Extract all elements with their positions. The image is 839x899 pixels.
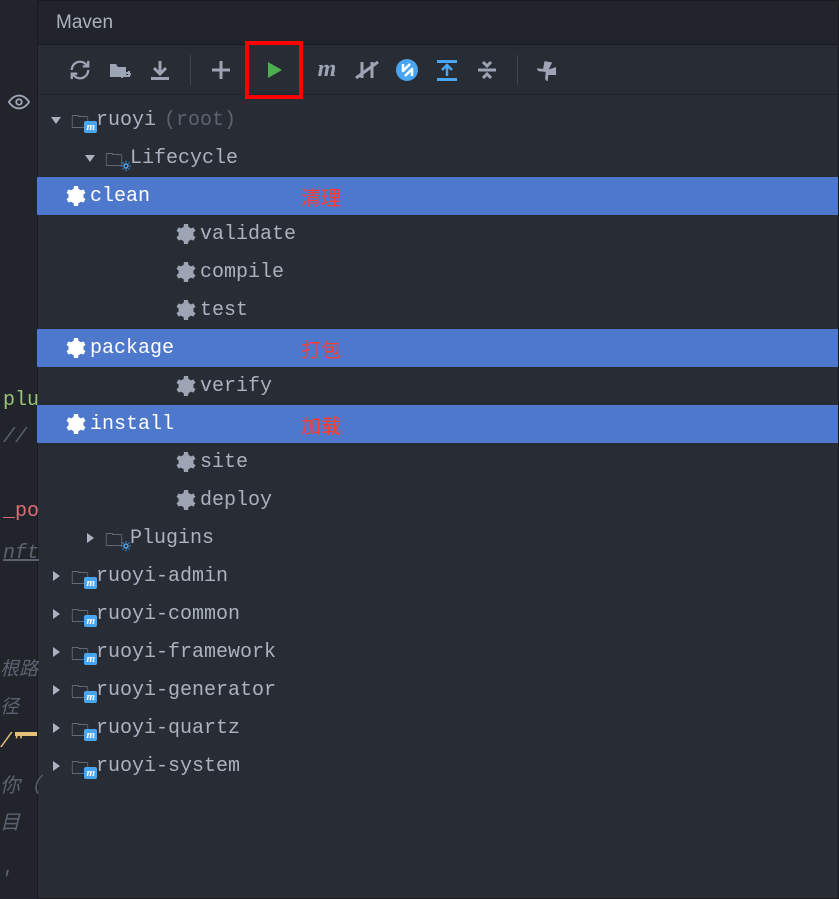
lifecycle-goal-compile[interactable]: compile [38,253,838,291]
folder-config-icon: 🗀 [102,528,130,548]
add-button[interactable] [201,50,241,90]
tree-node-module[interactable]: 🗀m ruoyi-quartz [38,709,838,747]
tree-node-label: install [90,413,174,436]
settings-button[interactable] [528,50,568,90]
tree-node-label: Plugins [130,527,214,550]
lifecycle-goal-clean[interactable]: clean 清理 [1,177,838,215]
code-text: nft [3,542,39,565]
gear-icon [172,262,200,282]
folder-config-icon: 🗀 [102,148,130,168]
tree-node-label: Lifecycle [130,147,238,170]
code-text: 根路 [0,654,38,681]
lifecycle-goal-test[interactable]: test [38,291,838,329]
maven-module-icon: 🗀m [68,566,96,586]
maven-tool-window: Maven [37,0,839,899]
tree-node-module[interactable]: 🗀m ruoyi-system [38,747,838,785]
toolbar-separator [517,55,518,85]
toggle-offline-button[interactable] [347,50,387,90]
tree-node-lifecycle[interactable]: 🗀 Lifecycle [38,139,838,177]
maven-project-tree[interactable]: 🗀m ruoyi (root) 🗀 Lifecycle clean 清理 [38,95,838,898]
gear-icon [172,376,200,396]
lifecycle-goal-site[interactable]: site [38,443,838,481]
lifecycle-goal-deploy[interactable]: deploy [38,481,838,519]
tree-node-label: ruoyi-framework [96,641,276,664]
maven-module-icon: 🗀m [68,756,96,776]
tree-node-module[interactable]: 🗀m ruoyi-framework [38,633,838,671]
annotation-text: 清理 [301,182,341,211]
tree-node-plugins[interactable]: 🗀 Plugins [38,519,838,557]
generate-sources-button[interactable] [100,50,140,90]
tree-node-label: ruoyi-generator [96,679,276,702]
gear-icon [62,414,90,434]
tree-node-module[interactable]: 🗀m ruoyi-generator [38,671,838,709]
chevron-down-icon[interactable] [44,113,68,127]
tree-node-label: clean [90,185,150,208]
panel-title-bar: Maven [38,1,838,45]
toolbar-separator [190,55,191,85]
tree-node-suffix: (root) [164,109,236,132]
tree-node-root[interactable]: 🗀m ruoyi (root) [38,101,838,139]
tree-node-label: ruoyi-system [96,755,240,778]
chevron-down-icon[interactable] [78,151,102,165]
tree-node-label: compile [200,261,284,284]
annotation-text: 加载 [301,410,341,439]
code-text: // [3,426,27,449]
collapse-all-button[interactable] [467,50,507,90]
lifecycle-goal-verify[interactable]: verify [38,367,838,405]
editor-gutter: plu // _po nft 根路 径 /" 你（ 目 ' se [0,0,37,899]
lifecycle-goal-package[interactable]: package 打包 [1,329,838,367]
chevron-right-icon[interactable] [44,607,68,621]
tree-node-label: verify [200,375,272,398]
maven-module-icon: 🗀m [68,604,96,624]
code-text: 目 [0,806,20,836]
visibility-icon[interactable] [7,90,31,114]
maven-module-icon: 🗀m [68,642,96,662]
tree-node-label: validate [200,223,296,246]
chevron-right-icon[interactable] [44,645,68,659]
code-text: 径 [0,692,19,719]
lifecycle-goal-validate[interactable]: validate [38,215,838,253]
toggle-skip-tests-button[interactable] [387,50,427,90]
panel-title: Maven [56,12,113,34]
annotation-text: 打包 [301,334,341,363]
chevron-right-icon[interactable] [44,569,68,583]
chevron-right-icon[interactable] [44,721,68,735]
execute-goal-button[interactable]: m [307,50,347,90]
show-dependencies-button[interactable] [427,50,467,90]
gear-icon [172,300,200,320]
code-text: 你（ [0,769,40,799]
chevron-right-icon[interactable] [44,759,68,773]
tree-node-label: site [200,451,248,474]
tree-node-label: package [90,337,174,360]
tree-node-label: ruoyi-admin [96,565,228,588]
tree-node-label: deploy [200,489,272,512]
maven-module-icon: 🗀m [68,718,96,738]
chevron-right-icon[interactable] [44,683,68,697]
download-sources-button[interactable] [140,50,180,90]
maven-toolbar: m [38,45,838,95]
tree-node-label: ruoyi [96,109,156,132]
lifecycle-goal-install[interactable]: install 加载 [1,405,838,443]
gear-icon [62,186,90,206]
code-text: plu [3,389,39,412]
maven-module-icon: 🗀m [68,110,96,130]
maven-module-icon: 🗀m [68,680,96,700]
run-button[interactable] [263,59,285,81]
tree-node-module[interactable]: 🗀m ruoyi-common [38,595,838,633]
tree-node-label: ruoyi-common [96,603,240,626]
code-text: ' [0,869,12,892]
gear-icon [172,224,200,244]
gear-icon [62,338,90,358]
code-text: _po [3,500,39,523]
gear-icon [172,490,200,510]
run-button-highlight [245,41,303,99]
refresh-button[interactable] [60,50,100,90]
gear-icon [172,452,200,472]
chevron-right-icon[interactable] [78,531,102,545]
tree-node-label: test [200,299,248,322]
tree-node-label: ruoyi-quartz [96,717,240,740]
tree-node-module[interactable]: 🗀m ruoyi-admin [38,557,838,595]
